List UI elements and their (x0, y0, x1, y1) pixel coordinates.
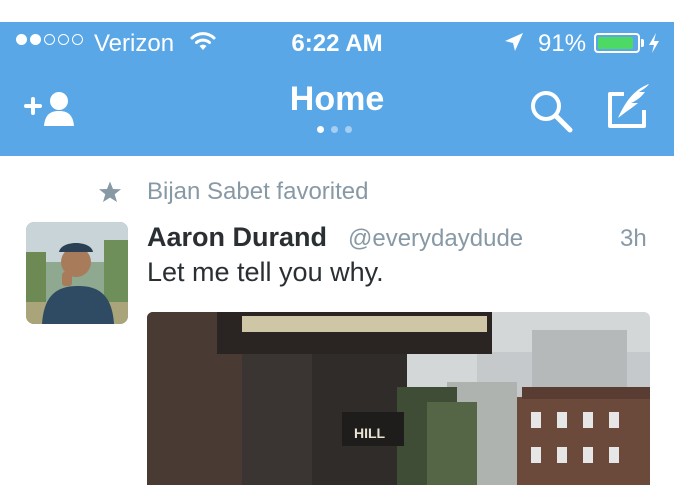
charging-bolt-icon (648, 32, 660, 59)
battery-percentage: 91% (538, 30, 587, 57)
author-handle[interactable]: @everydaydude (348, 225, 523, 253)
avatar[interactable] (26, 222, 128, 324)
page-dot-active (317, 126, 324, 133)
tweet-text: Let me tell you why. (147, 257, 384, 287)
search-icon[interactable] (528, 88, 574, 139)
battery-level (598, 37, 633, 49)
tweet-context-text[interactable]: Bijan Sabet favorited (147, 178, 368, 206)
tweet-photo[interactable]: HILL (147, 312, 650, 485)
page-dot (331, 126, 338, 133)
status-bar: Verizon 6:22 AM 91% (0, 22, 674, 66)
page-dot (345, 126, 352, 133)
author-name[interactable]: Aaron Durand (147, 222, 327, 253)
page-indicator (317, 126, 352, 133)
status-bar-background (0, 0, 674, 22)
app-header: Verizon 6:22 AM 91% Home (0, 22, 674, 156)
star-icon (98, 180, 122, 209)
battery-icon (594, 33, 640, 53)
battery-tip (641, 39, 644, 47)
compose-tweet-icon[interactable] (604, 82, 652, 135)
location-arrow-icon (503, 31, 525, 58)
tweet-timestamp: 3h (620, 225, 647, 252)
sign-text: HILL (354, 425, 386, 441)
